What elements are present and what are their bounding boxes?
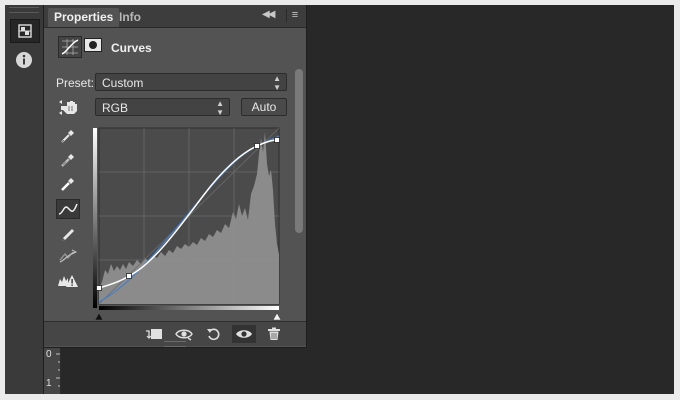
collapse-panels-icon[interactable]: ◀◀ [262, 9, 275, 20]
curve-points-icon[interactable] [56, 199, 80, 219]
panel-scrollbar[interactable] [295, 69, 303, 233]
dropdown-arrows-icon: ▲ ▼ [216, 99, 224, 117]
curves-graph[interactable] [93, 124, 283, 322]
clip-to-layer-icon[interactable] [142, 325, 166, 343]
dropdown-arrows-icon: ▲ ▼ [273, 74, 281, 92]
output-gradient [93, 128, 97, 308]
curve-point[interactable] [254, 143, 260, 149]
info-icon[interactable] [10, 49, 38, 71]
delete-icon[interactable] [262, 325, 286, 343]
preset-dropdown[interactable]: Custom ▲ ▼ [95, 73, 287, 92]
white-point-eyedropper-icon[interactable] [56, 174, 80, 194]
black-point-eyedropper-icon[interactable] [56, 126, 80, 146]
pencil-icon[interactable] [56, 223, 80, 243]
channel-value: RGB [102, 101, 129, 115]
auto-button[interactable]: Auto [241, 98, 287, 116]
clipping-warning-icon[interactable] [56, 271, 80, 291]
preset-label: Preset: [56, 76, 95, 90]
curve-point[interactable] [126, 273, 132, 279]
layer-mask-icon[interactable] [84, 37, 102, 53]
curve-point[interactable] [96, 285, 102, 291]
white-point-slider[interactable] [272, 312, 282, 321]
preset-value: Custom [102, 76, 144, 90]
vertical-ruler: 0 1 [44, 348, 61, 394]
panel-icon-strip [5, 5, 44, 394]
black-point-slider[interactable] [94, 312, 104, 321]
on-image-adjustment-icon[interactable] [58, 97, 80, 117]
visibility-icon[interactable] [232, 325, 256, 343]
tab-info[interactable]: Info [113, 8, 147, 27]
reset-icon[interactable] [202, 325, 226, 343]
panel-menu-icon[interactable]: ≡ [286, 9, 303, 22]
strip-grip[interactable] [9, 7, 39, 13]
adjustments-icon[interactable] [10, 19, 40, 43]
channel-dropdown[interactable]: RGB ▲ ▼ [95, 98, 230, 117]
photoshop-workspace: Properties Info ◀◀ ≡ Curves Preset: Cust… [5, 5, 674, 394]
smooth-icon[interactable] [56, 246, 80, 266]
properties-panel: Properties Info ◀◀ ≡ Curves Preset: Cust… [44, 5, 307, 348]
curves-adjustment-icon[interactable] [58, 36, 82, 58]
gray-point-eyedropper-icon[interactable] [56, 150, 80, 170]
adjustment-title: Curves [111, 41, 152, 55]
ruler-ticks [56, 353, 60, 387]
panel-resize-grip[interactable] [164, 341, 186, 347]
tab-properties[interactable]: Properties [48, 8, 120, 27]
panel-tabbar: Properties Info ◀◀ ≡ [44, 5, 306, 28]
input-gradient [99, 306, 279, 310]
curve-point[interactable] [274, 137, 280, 143]
